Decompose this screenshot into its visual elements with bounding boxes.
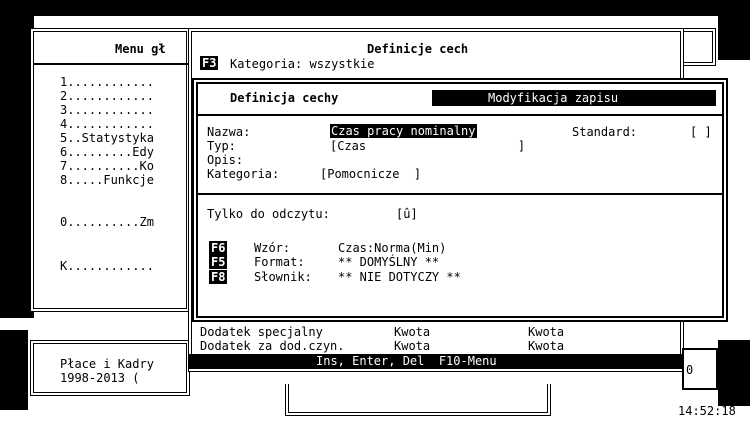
right-top-black-block	[718, 0, 750, 60]
standard-checkbox[interactable]: [ ]	[690, 125, 712, 139]
definition-row-type: Kwota	[394, 325, 431, 339]
category-field[interactable]: [Pomocnicze ]	[320, 167, 421, 181]
name-input[interactable]: Czas pracy nominalny	[330, 124, 477, 138]
main-menu-item-1[interactable]: 1............	[60, 75, 154, 89]
definitions-f3-key[interactable]: F3	[200, 56, 219, 70]
formula-value: Czas:Norma(Min)	[338, 241, 447, 255]
main-menu-item-6[interactable]: 6.........Edy	[60, 145, 154, 159]
main-menu-item-3[interactable]: 3............	[60, 103, 154, 117]
top-black-band	[0, 0, 750, 16]
definition-row-type2: Kwota	[528, 339, 565, 353]
definition-row-name[interactable]: Dodatek specjalny	[200, 325, 323, 339]
readonly-checkbox[interactable]: [û]	[396, 207, 418, 221]
definition-row-type2: Kwota	[528, 325, 565, 339]
right-fragment-text: 0	[686, 363, 694, 377]
type-field[interactable]: [Czas ]	[330, 139, 525, 153]
category-label: Kategoria:	[207, 167, 280, 181]
main-menu-item-5[interactable]: 5..Statystyka	[60, 131, 154, 145]
top-right-frame	[680, 28, 716, 66]
right-bottom-black-block	[718, 340, 750, 406]
description-label: Opis:	[207, 153, 244, 167]
main-menu-item-0[interactable]: 0..........Zm	[60, 215, 154, 229]
f6-key[interactable]: F6	[209, 241, 228, 255]
f5-key[interactable]: F5	[209, 255, 228, 269]
main-menu-item-8[interactable]: 8.....Funkcje	[60, 173, 154, 187]
left-bottom-black-block	[0, 330, 28, 410]
dictionary-value: ** NIE DOTYCZY **	[338, 270, 461, 284]
formula-label: Wzór:	[254, 241, 312, 255]
main-menu-item-7[interactable]: 7..........Ko	[60, 159, 154, 173]
f8-key[interactable]: F8	[209, 270, 228, 284]
readonly-label: Tylko do odczytu:	[207, 207, 330, 221]
main-menu-item-2[interactable]: 2............	[60, 89, 154, 103]
dialog-mid-divider	[198, 193, 722, 195]
app-name-text: Płace i Kadry	[60, 357, 154, 371]
dictionary-label: Słownik:	[254, 270, 312, 284]
standard-label: Standard:	[572, 125, 638, 139]
main-menu-item-k[interactable]: K............	[60, 259, 154, 273]
app-years-text: 1998-2013 (	[60, 371, 140, 385]
trait-dialog-title: Definicja cechy	[230, 91, 339, 105]
name-label: Nazwa:	[207, 125, 251, 139]
type-label: Typ:	[207, 139, 236, 153]
main-menu-title-divider	[34, 63, 188, 65]
format-value: ** DOMYŚLNY **	[338, 255, 440, 269]
definitions-category-label: Kategoria: wszystkie	[230, 57, 375, 71]
main-menu-title: Menu gł	[115, 42, 166, 56]
left-black-band	[0, 0, 34, 318]
status-bar-text: Ins, Enter, Del F10-Menu	[316, 354, 497, 368]
main-menu-item-4[interactable]: 4............	[60, 117, 154, 131]
definition-row-type: Kwota	[394, 339, 431, 353]
bottom-bracket	[285, 384, 551, 416]
format-label: Format:	[254, 255, 312, 269]
definitions-title: Definicje cech	[367, 42, 469, 56]
clock-text: 14:52:18	[678, 404, 736, 418]
mode-label: Modyfikacja zapisu	[488, 91, 619, 105]
dialog-header-divider	[198, 114, 722, 116]
definition-row-name[interactable]: Dodatek za dod.czyn.	[200, 339, 345, 353]
